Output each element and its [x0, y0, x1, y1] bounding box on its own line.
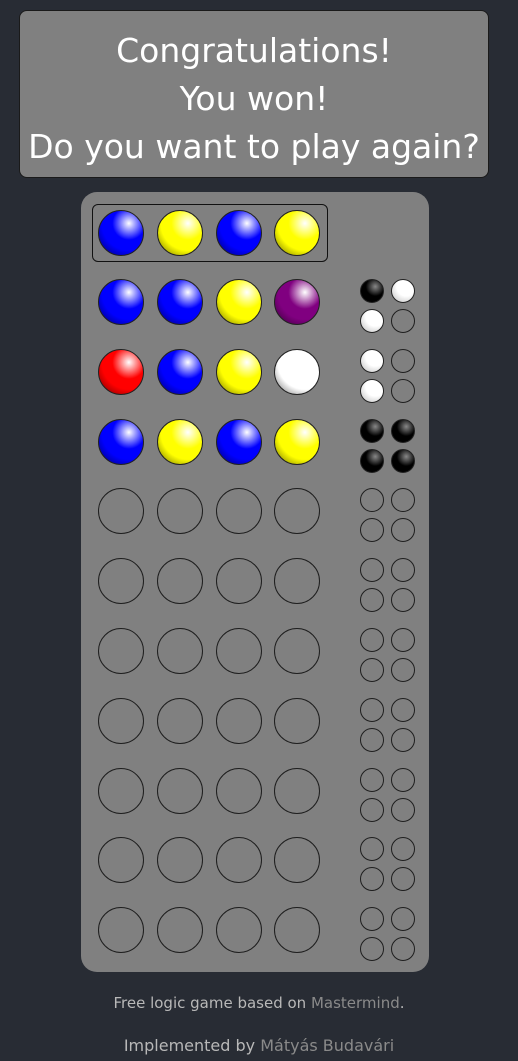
empty-hole[interactable]: [98, 628, 144, 674]
feedback-peg-empty: [360, 697, 384, 722]
secret-peg-blue: [98, 210, 144, 256]
feedback-peg-empty: [391, 937, 415, 962]
feedback-peg-empty: [360, 937, 384, 962]
empty-hole[interactable]: [157, 767, 203, 814]
feedback-peg-empty: [391, 518, 415, 543]
feedback-peg-empty: [391, 558, 415, 583]
feedback-peg-black: [360, 448, 384, 473]
empty-hole[interactable]: [216, 697, 262, 744]
empty-hole[interactable]: [157, 558, 203, 605]
feedback-peg-empty: [391, 727, 415, 752]
win-banner[interactable]: Congratulations! You won! Do you want to…: [19, 10, 489, 178]
feedback-peg-empty: [360, 628, 384, 652]
feedback-peg-empty: [391, 488, 415, 513]
empty-hole[interactable]: [157, 837, 203, 884]
feedback-peg-empty: [391, 767, 415, 792]
guess-peg-blue: [98, 418, 144, 465]
feedback-peg-empty: [360, 588, 384, 613]
game-board: [81, 192, 429, 972]
empty-hole[interactable]: [216, 488, 262, 535]
empty-hole[interactable]: [157, 907, 203, 954]
empty-hole[interactable]: [274, 767, 320, 814]
secret-peg-yellow: [274, 210, 320, 256]
footer-implemented-text: Implemented by: [123, 1036, 261, 1055]
feedback-peg-empty: [391, 837, 415, 862]
feedback-peg-empty: [360, 837, 384, 862]
footer-author-line: Implemented by Mátyás Budavári: [0, 1036, 518, 1055]
feedback-peg-empty: [360, 907, 384, 932]
empty-hole[interactable]: [216, 628, 262, 674]
guess-peg-red: [98, 348, 144, 395]
guess-peg-white: [274, 348, 320, 395]
feedback-peg-white: [391, 279, 415, 303]
empty-hole[interactable]: [274, 837, 320, 884]
feedback-peg-empty: [391, 378, 415, 403]
feedback-peg-empty: [360, 767, 384, 792]
empty-hole[interactable]: [98, 558, 144, 605]
guess-peg-blue: [157, 348, 203, 395]
empty-hole[interactable]: [98, 697, 144, 744]
feedback-peg-black: [391, 418, 415, 443]
empty-hole[interactable]: [98, 907, 144, 954]
empty-hole[interactable]: [157, 697, 203, 744]
secret-peg-yellow: [157, 210, 203, 256]
feedback-peg-empty: [391, 348, 415, 373]
guess-peg-yellow: [274, 418, 320, 465]
feedback-peg-empty: [360, 658, 384, 682]
banner-play-again: Do you want to play again?: [28, 127, 480, 166]
feedback-peg-empty: [360, 488, 384, 513]
feedback-peg-empty: [360, 727, 384, 752]
empty-hole[interactable]: [274, 488, 320, 535]
guess-peg-blue: [216, 418, 262, 465]
feedback-peg-black: [391, 448, 415, 473]
footer-text: Free logic game based on: [113, 994, 311, 1012]
feedback-peg-white: [360, 348, 384, 373]
feedback-peg-empty: [360, 518, 384, 543]
feedback-peg-empty: [391, 907, 415, 932]
secret-peg-blue: [216, 210, 262, 256]
feedback-peg-black: [360, 418, 384, 443]
guess-peg-yellow: [216, 348, 262, 395]
footer-credit-line: Free logic game based on Mastermind.: [0, 994, 518, 1012]
banner-title: Congratulations!: [116, 31, 392, 70]
feedback-peg-empty: [360, 558, 384, 583]
guess-peg-yellow: [157, 418, 203, 465]
guess-peg-yellow: [216, 279, 262, 325]
empty-hole[interactable]: [157, 628, 203, 674]
empty-hole[interactable]: [274, 907, 320, 954]
feedback-peg-empty: [391, 697, 415, 722]
empty-hole[interactable]: [98, 767, 144, 814]
empty-hole[interactable]: [274, 628, 320, 674]
feedback-peg-empty: [391, 658, 415, 682]
feedback-peg-empty: [391, 309, 415, 333]
feedback-peg-white: [360, 309, 384, 333]
empty-hole[interactable]: [274, 697, 320, 744]
footer-period: .: [399, 994, 405, 1012]
empty-hole[interactable]: [216, 767, 262, 814]
author-link[interactable]: Mátyás Budavári: [260, 1036, 394, 1055]
empty-hole[interactable]: [216, 907, 262, 954]
guess-peg-purple: [274, 279, 320, 325]
feedback-peg-empty: [391, 588, 415, 613]
feedback-peg-empty: [360, 797, 384, 822]
guess-peg-blue: [98, 279, 144, 325]
feedback-peg-empty: [360, 867, 384, 892]
empty-hole[interactable]: [157, 488, 203, 535]
empty-hole[interactable]: [216, 837, 262, 884]
feedback-peg-black: [360, 279, 384, 303]
mastermind-link[interactable]: Mastermind: [311, 994, 400, 1012]
feedback-peg-empty: [391, 628, 415, 652]
feedback-peg-empty: [391, 867, 415, 892]
guess-peg-blue: [157, 279, 203, 325]
feedback-peg-empty: [391, 797, 415, 822]
empty-hole[interactable]: [216, 558, 262, 605]
empty-hole[interactable]: [274, 558, 320, 605]
banner-result: You won!: [179, 79, 329, 118]
empty-hole[interactable]: [98, 488, 144, 535]
empty-hole[interactable]: [98, 837, 144, 884]
feedback-peg-white: [360, 378, 384, 403]
